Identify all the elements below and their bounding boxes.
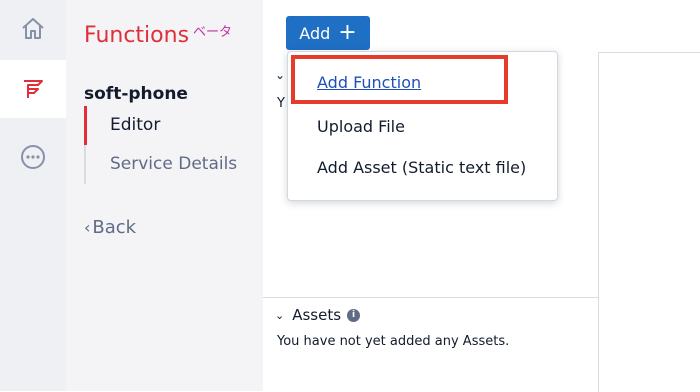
chevron-down-icon: ⌄ bbox=[275, 308, 285, 322]
nav-items: Editor Service Details bbox=[84, 106, 256, 184]
rail-home-button[interactable] bbox=[0, 0, 66, 58]
nav-item-editor[interactable]: Editor bbox=[84, 106, 256, 145]
back-link[interactable]: ‹ Back bbox=[84, 217, 136, 238]
assets-header[interactable]: ⌄ Assets i bbox=[275, 306, 361, 324]
functions-empty-text: Y bbox=[277, 96, 285, 111]
editor-panel bbox=[598, 52, 700, 392]
assets-empty-text: You have not yet added any Assets. bbox=[277, 334, 510, 349]
highlight-box bbox=[291, 55, 508, 104]
menu-item-add-asset[interactable]: Add Asset (Static text file) bbox=[317, 158, 526, 177]
nav-item-service-details[interactable]: Service Details bbox=[86, 145, 256, 184]
left-nav: Functions ベータ soft-phone Editor Service D… bbox=[66, 0, 263, 391]
add-button[interactable]: Add + bbox=[286, 16, 370, 50]
nav-title-text: Functions bbox=[84, 23, 190, 48]
rail-functions-button[interactable] bbox=[0, 60, 66, 118]
rail-more-button[interactable] bbox=[0, 128, 66, 186]
functions-icon bbox=[24, 80, 43, 98]
add-button-label: Add bbox=[299, 23, 331, 43]
divider bbox=[263, 297, 598, 298]
assets-title: Assets bbox=[292, 306, 342, 324]
menu-item-upload-file[interactable]: Upload File bbox=[317, 117, 405, 136]
beta-badge: ベータ bbox=[193, 25, 233, 40]
chevron-left-icon: ‹ bbox=[84, 218, 91, 237]
more-icon bbox=[21, 145, 45, 169]
back-label: Back bbox=[92, 217, 137, 238]
home-icon bbox=[22, 18, 44, 39]
icon-rail bbox=[0, 0, 66, 391]
nav-title: Functions ベータ bbox=[84, 23, 232, 48]
service-name: soft-phone bbox=[84, 84, 188, 104]
chevron-down-icon[interactable]: ⌄ bbox=[275, 68, 285, 82]
plus-icon: + bbox=[338, 20, 357, 45]
info-icon[interactable]: i bbox=[347, 308, 361, 322]
